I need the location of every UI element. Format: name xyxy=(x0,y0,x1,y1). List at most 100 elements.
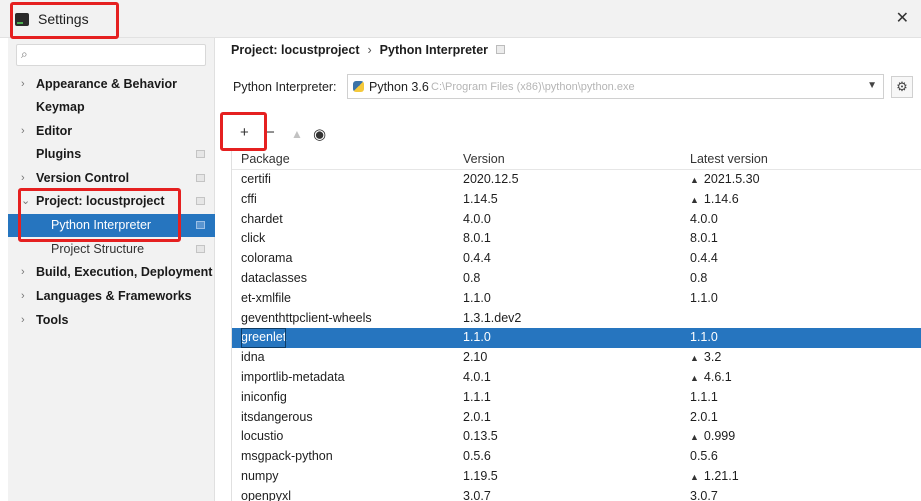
chevron-right-icon[interactable]: › xyxy=(21,261,25,284)
breadcrumb-project[interactable]: Project: locustproject xyxy=(231,43,360,57)
search-input[interactable]: ⌕ xyxy=(16,44,206,66)
table-row[interactable]: numpy 1.19.5 ▲ 1.21.1 xyxy=(232,467,921,487)
package-latest-version: 1.1.0 xyxy=(690,328,718,348)
interpreter-label: Python Interpreter: xyxy=(233,80,337,94)
sidebar-item-label: Plugins xyxy=(36,147,82,161)
table-row[interactable]: greenlet 1.1.0 1.1.0 xyxy=(232,328,921,349)
annotation-box-title xyxy=(10,2,119,39)
project-scope-icon xyxy=(196,197,205,205)
table-row[interactable]: locustio 0.13.5 ▲ 0.999 xyxy=(232,427,921,447)
close-icon[interactable]: ✕ xyxy=(896,8,909,28)
latest-version-text: 0.999 xyxy=(703,429,736,444)
table-row[interactable]: geventhttpclient-wheels 1.3.1.dev2 xyxy=(232,309,921,329)
gear-icon[interactable]: ⚙ xyxy=(891,76,913,98)
latest-version-text: 0.4.4 xyxy=(690,251,718,266)
package-latest-version: 4.0.0 xyxy=(690,210,718,230)
chevron-right-icon[interactable]: › xyxy=(21,167,25,190)
package-latest-version: ▲ 0.999 xyxy=(690,427,735,448)
show-early-releases-icon[interactable]: ◉ xyxy=(313,125,326,143)
table-row[interactable]: chardet 4.0.0 4.0.0 xyxy=(232,210,921,230)
breadcrumb: Project: locustproject › Python Interprete… xyxy=(231,43,488,57)
package-name: dataclasses xyxy=(241,270,308,285)
sidebar-item[interactable]: › Editor xyxy=(8,120,215,143)
chevron-right-icon[interactable]: › xyxy=(21,285,25,308)
table-row[interactable]: colorama 0.4.4 0.4.4 xyxy=(232,249,921,269)
package-name: iniconfig xyxy=(241,389,287,404)
interpreter-value: Python 3.6 xyxy=(369,80,429,94)
package-latest-version: 2.0.1 xyxy=(690,408,718,428)
sidebar-item-label: Languages & Frameworks xyxy=(36,289,192,303)
package-name: greenlet xyxy=(241,328,287,349)
package-version: 4.0.1 xyxy=(463,369,491,384)
upgrade-package-button[interactable]: ▲ xyxy=(291,127,303,141)
column-package[interactable]: Package xyxy=(241,152,290,166)
column-version[interactable]: Version xyxy=(463,152,505,166)
upgrade-available-icon: ▲ xyxy=(690,353,699,364)
chevron-right-icon[interactable]: › xyxy=(21,73,25,96)
sidebar-item[interactable]: › Build, Execution, Deployment xyxy=(8,261,215,284)
project-scope-icon xyxy=(196,221,205,229)
interpreter-dropdown[interactable]: Python 3.6 C:\Program Files (x86)\python… xyxy=(347,74,884,99)
package-name: colorama xyxy=(241,251,293,266)
interpreter-path: C:\Program Files (x86)\python\python.exe xyxy=(431,81,635,93)
package-latest-version: ▲ 4.6.1 xyxy=(690,368,732,389)
sidebar-item-label: Build, Execution, Deployment xyxy=(36,265,213,279)
package-name: geventhttpclient-wheels xyxy=(241,310,372,325)
latest-version-text: 8.0.1 xyxy=(690,231,718,246)
upgrade-available-icon: ▲ xyxy=(690,372,699,383)
chevron-right-icon[interactable]: › xyxy=(21,309,25,332)
package-latest-version: ▲ 3.2 xyxy=(690,348,721,369)
table-row[interactable]: iniconfig 1.1.1 1.1.1 xyxy=(232,388,921,408)
chevron-down-icon: ▼ xyxy=(867,80,877,91)
project-scope-icon xyxy=(496,45,505,54)
package-version: 0.4.4 xyxy=(463,251,491,266)
sidebar-item[interactable]: Keymap xyxy=(8,96,215,119)
latest-version-text: 1.21.1 xyxy=(703,468,739,483)
table-row[interactable]: itsdangerous 2.0.1 2.0.1 xyxy=(232,408,921,428)
table-row[interactable]: click 8.0.1 8.0.1 xyxy=(232,229,921,249)
sidebar-item-label: Editor xyxy=(36,124,73,138)
latest-version-text: 1.1.0 xyxy=(690,290,718,305)
table-row[interactable]: cffi 1.14.5 ▲ 1.14.6 xyxy=(232,190,921,210)
sidebar-item-label: Appearance & Behavior xyxy=(36,77,178,91)
table-row[interactable]: openpyxl 3.0.7 3.0.7 xyxy=(232,487,921,501)
package-name: locustio xyxy=(241,429,284,444)
annotation-box-interpreter xyxy=(18,188,181,242)
package-version: 1.1.0 xyxy=(463,290,491,305)
table-row[interactable]: idna 2.10 ▲ 3.2 xyxy=(232,348,921,368)
column-latest-version[interactable]: Latest version xyxy=(690,152,768,166)
annotation-box-add xyxy=(220,112,267,151)
table-header: Package Version Latest version xyxy=(232,148,921,170)
packages-table: Package Version Latest version certifi 20… xyxy=(231,148,921,501)
sidebar-item[interactable]: › Appearance & Behavior xyxy=(8,73,215,96)
package-latest-version: 3.0.7 xyxy=(690,487,718,501)
package-latest-version: 1.1.0 xyxy=(690,289,718,309)
table-row[interactable]: dataclasses 0.8 0.8 xyxy=(232,269,921,289)
project-scope-icon xyxy=(196,150,205,158)
package-name: click xyxy=(241,231,266,246)
sidebar-item[interactable]: › Version Control xyxy=(8,167,215,190)
sidebar-item[interactable]: › Languages & Frameworks xyxy=(8,285,215,308)
latest-version-text: 1.1.1 xyxy=(690,389,718,404)
remove-package-button[interactable]: − xyxy=(266,124,275,141)
latest-version-text: 2021.5.30 xyxy=(703,172,760,186)
table-body: certifi 2020.12.5 ▲ 2021.5.30 cffi 1.14.5 ▲ 1.1… xyxy=(232,170,921,501)
package-name: importlib-metadata xyxy=(241,369,345,384)
package-name: openpyxl xyxy=(241,488,292,501)
table-row[interactable]: importlib-metadata 4.0.1 ▲ 4.6.1 xyxy=(232,368,921,388)
upgrade-available-icon: ▲ xyxy=(690,175,699,185)
package-version: 1.3.1.dev2 xyxy=(463,310,522,325)
table-row[interactable]: et-xmlfile 1.1.0 1.1.0 xyxy=(232,289,921,309)
table-row[interactable]: msgpack-python 0.5.6 0.5.6 xyxy=(232,447,921,467)
package-version: 0.8 xyxy=(463,270,481,285)
settings-sidebar: ⌕ › Appearance & Behavior Keymap › Editor Plu… xyxy=(8,38,215,501)
package-version: 2020.12.5 xyxy=(463,172,519,186)
latest-version-text: 1.14.6 xyxy=(703,191,739,206)
package-name: et-xmlfile xyxy=(241,290,292,305)
sidebar-item[interactable]: Plugins xyxy=(8,143,215,166)
chevron-right-icon[interactable]: › xyxy=(21,120,25,143)
table-row[interactable]: certifi 2020.12.5 ▲ 2021.5.30 xyxy=(232,170,921,190)
package-version: 1.14.5 xyxy=(463,191,498,206)
sidebar-item[interactable]: › Tools xyxy=(8,309,215,332)
breadcrumb-separator: › xyxy=(367,43,372,57)
